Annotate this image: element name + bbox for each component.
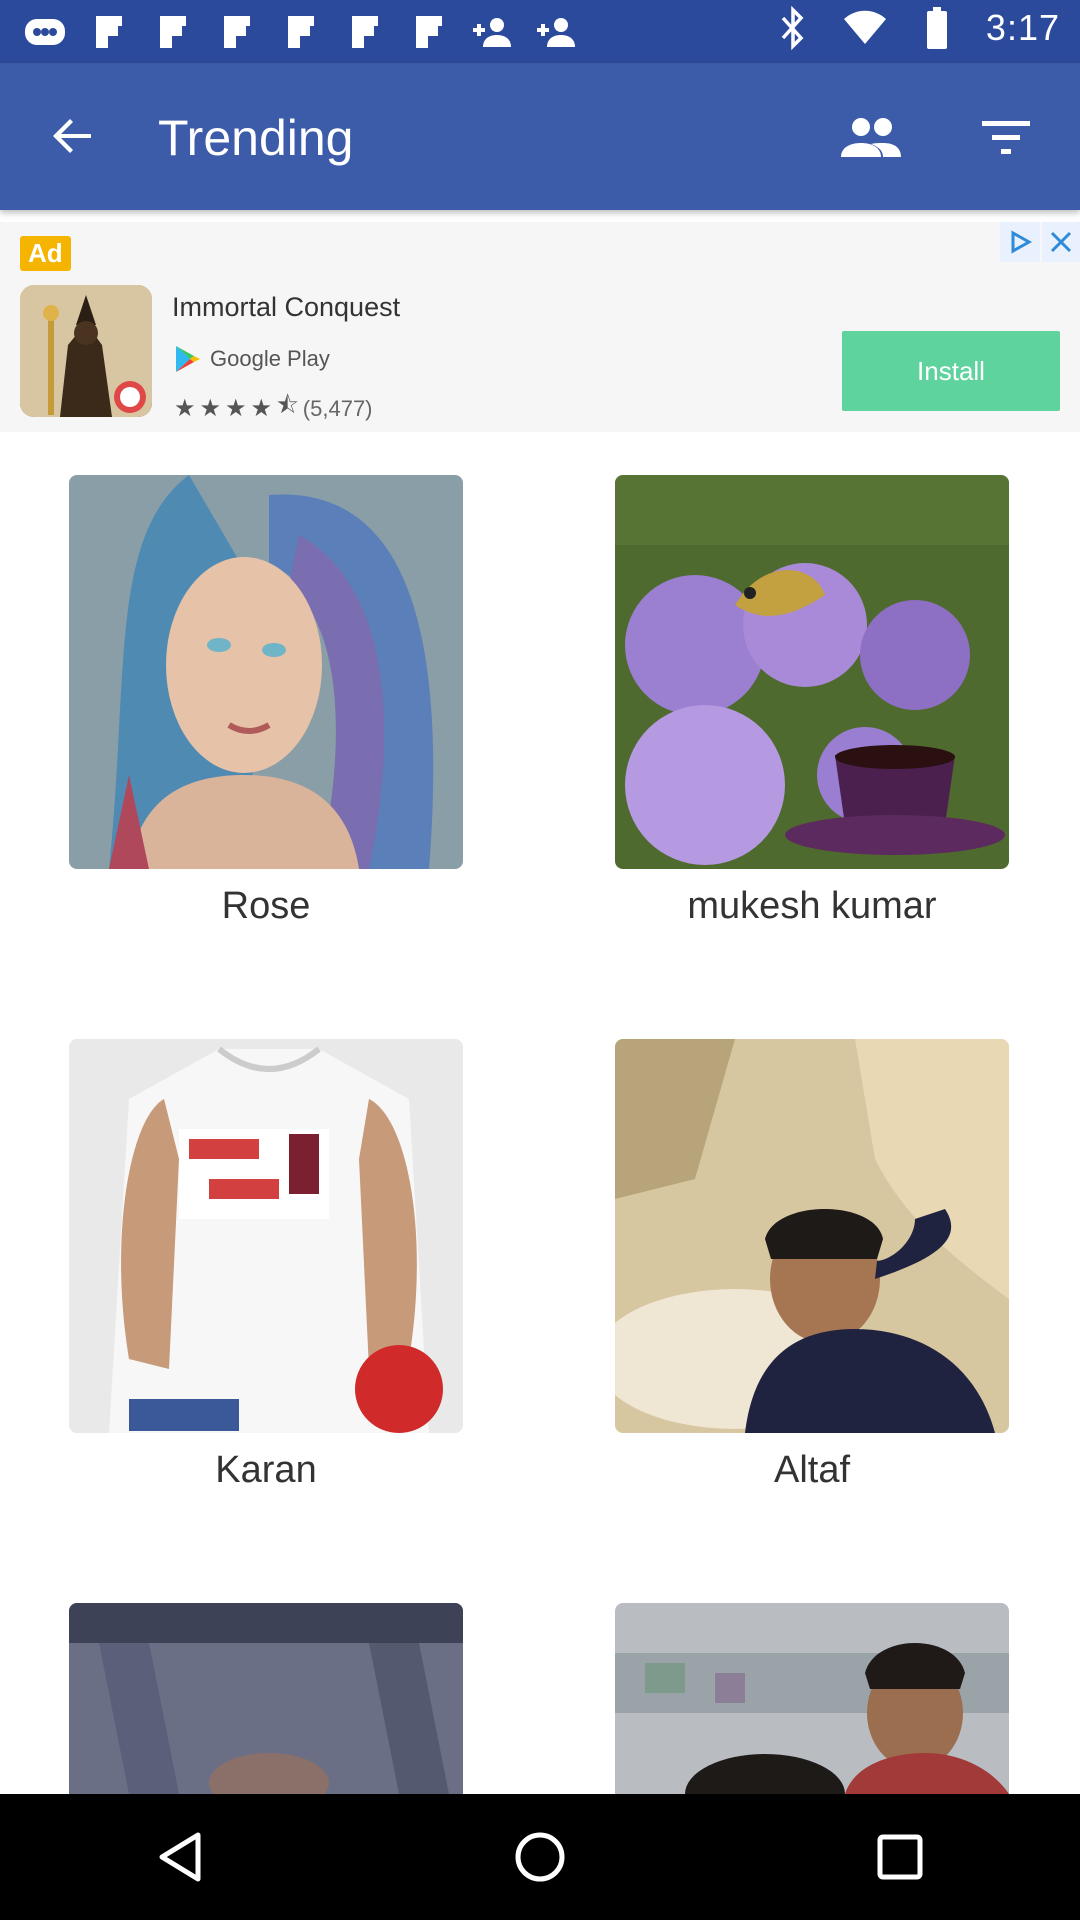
battery-icon: [914, 6, 960, 50]
flipboard-icon: [406, 10, 452, 54]
app-bar: Trending: [0, 63, 1080, 210]
ad-app-icon: [20, 285, 152, 417]
ad-store: Google Play: [174, 344, 330, 374]
star-icon: ★: [250, 395, 273, 422]
filter-icon: [982, 121, 1030, 154]
nav-home-button[interactable]: [500, 1817, 580, 1897]
user-card[interactable]: [615, 1603, 1009, 1794]
star-icon: ★: [225, 395, 247, 422]
ad-close-icon[interactable]: [1042, 222, 1080, 262]
user-photo[interactable]: [69, 1039, 463, 1433]
flipboard-icon: [278, 10, 324, 54]
flipboard-icon: [342, 10, 388, 54]
user-name: Karan: [215, 1449, 317, 1491]
person-add-icon: [470, 10, 516, 54]
system-icons: 3:17: [770, 6, 1060, 50]
page-title: Trending: [158, 110, 354, 166]
discord-icon: [22, 10, 68, 54]
install-button[interactable]: Install: [842, 331, 1060, 411]
user-card[interactable]: Altaf: [615, 1039, 1009, 1491]
user-card[interactable]: Rose: [69, 475, 463, 927]
ad-banner[interactable]: Ad Immortal Conquest Google Play ★ ★ ★ ★…: [0, 222, 1080, 432]
flipboard-icon: [214, 10, 260, 54]
wifi-icon: [842, 6, 888, 50]
ad-badge: Ad: [20, 236, 71, 271]
user-card[interactable]: Karan: [69, 1039, 463, 1491]
recents-square-icon: [877, 1834, 923, 1880]
user-photo[interactable]: [615, 475, 1009, 869]
system-nav-bar: [0, 1794, 1080, 1920]
people-icon: [841, 118, 901, 157]
user-card[interactable]: mukesh kumar: [615, 475, 1009, 927]
user-photo[interactable]: [615, 1039, 1009, 1433]
person-add-icon: [534, 10, 580, 54]
ad-rating-count: (5,477): [302, 395, 373, 421]
bluetooth-icon: [770, 6, 816, 50]
ad-rating: ★ ★ ★ ★ ⯪ (5,477): [174, 388, 373, 429]
clock: 3:17: [985, 7, 1060, 48]
ad-store-label: Google Play: [210, 346, 330, 371]
nav-recents-button[interactable]: [860, 1817, 940, 1897]
back-triangle-icon: [159, 1832, 201, 1882]
user-name: mukesh kumar: [687, 885, 937, 927]
star-icon: ★: [174, 395, 196, 422]
filter-button[interactable]: [976, 109, 1036, 165]
google-play-icon: [176, 346, 200, 372]
half-star-icon: ⯪: [276, 392, 299, 419]
user-name: Rose: [221, 885, 311, 927]
nav-back-button[interactable]: [140, 1817, 220, 1897]
people-button[interactable]: [838, 107, 904, 167]
status-bar: 3:17: [0, 0, 1080, 63]
ad-app-name: Immortal Conquest: [172, 292, 401, 322]
flipboard-icon: [150, 10, 196, 54]
user-name: Altaf: [773, 1449, 851, 1491]
home-circle-icon: [515, 1832, 565, 1882]
ad-choices-icon[interactable]: [1000, 222, 1040, 262]
user-photo[interactable]: [69, 475, 463, 869]
user-photo[interactable]: [615, 1603, 1009, 1794]
user-photo[interactable]: [69, 1603, 463, 1794]
star-icon: ★: [199, 395, 222, 422]
notification-icons: [22, 10, 580, 54]
back-arrow-icon: [53, 119, 91, 153]
flipboard-icon: [86, 10, 132, 54]
user-card[interactable]: [69, 1603, 463, 1794]
back-button[interactable]: [42, 105, 104, 167]
